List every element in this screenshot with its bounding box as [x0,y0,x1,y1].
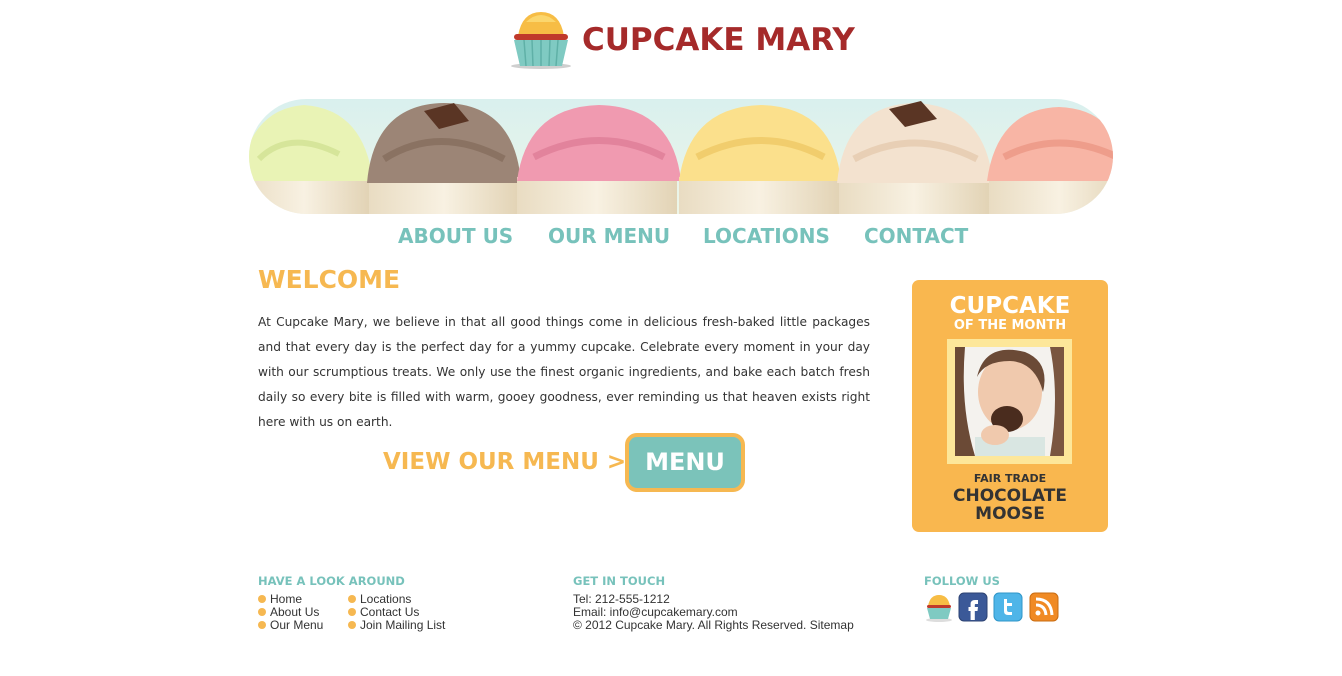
footer-link-label: Join Mailing List [360,618,446,632]
facebook-icon[interactable] [958,592,988,622]
nav-our-menu[interactable]: OUR MENU [548,224,670,248]
menu-button[interactable]: MENU [625,433,745,492]
nav-about-us[interactable]: ABOUT US [398,224,513,248]
site-logo[interactable]: CUPCAKE MARY [502,6,862,72]
bullet-icon [348,595,356,603]
bullet-icon [258,595,266,603]
featured-photo-frame [947,339,1072,464]
fair-trade-label: FAIR TRADE [973,472,1047,485]
footer-link-our-menu[interactable]: Our Menu [258,619,323,632]
footer-link-label: Home [270,592,303,606]
featured-cupcake-name: CHOCOLATE MOOSE [912,487,1108,523]
footer-link-label: Contact Us [360,605,420,619]
rss-icon[interactable] [1029,592,1059,622]
footer-link-join-mailing-list[interactable]: Join Mailing List [348,619,445,632]
twitter-icon[interactable] [993,592,1023,622]
brand-name: CUPCAKE MARY [582,22,855,58]
featured-name-line2: MOOSE [975,504,1045,524]
bullet-icon [258,621,266,629]
welcome-heading: WELCOME [258,265,401,294]
cupcakes-banner-image [249,101,1113,214]
welcome-paragraph: At Cupcake Mary, we believe in that all … [258,315,870,429]
panel-subtitle: OF THE MONTH [953,318,1067,333]
footer-link-label: Our Menu [270,618,324,632]
view-menu-link[interactable]: VIEW OUR MENU > [383,449,626,475]
nav-contact[interactable]: CONTACT [864,224,968,248]
footer-get-in-touch-heading: GET IN TOUCH [573,574,666,588]
hero-banner [249,99,1113,214]
bullet-icon [348,621,356,629]
woman-eating-cupcake-photo [955,347,1064,456]
footer-follow-us-heading: FOLLOW US [924,574,1000,588]
nav-locations[interactable]: LOCATIONS [703,224,830,248]
footer-link-label: Locations [360,592,412,606]
bullet-icon [348,608,356,616]
main-nav: ABOUT US OUR MENU LOCATIONS CONTACT [0,224,1342,252]
panel-title: CUPCAKE [949,293,1071,319]
footer-look-around-heading: HAVE A LOOK AROUND [258,574,405,588]
cupcake-of-the-month-panel: CUPCAKE OF THE MONTH FAIR TRADE CHOCOLAT… [912,280,1108,532]
cupcake-logo-icon [511,12,571,69]
cupcake-icon[interactable] [924,592,954,622]
footer-link-label: About Us [270,605,320,619]
footer-copyright: © 2012 Cupcake Mary. All Rights Reserved… [573,618,854,632]
bullet-icon [258,608,266,616]
featured-name-line1: CHOCOLATE [953,486,1067,506]
